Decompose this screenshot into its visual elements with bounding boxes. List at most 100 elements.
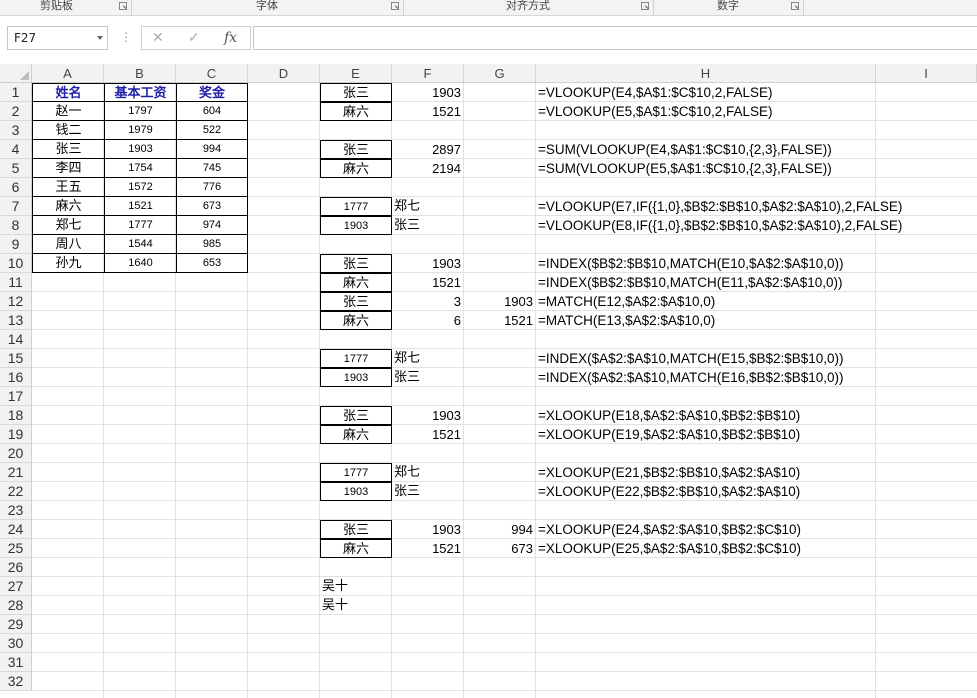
row-header-28[interactable]: 28 bbox=[0, 596, 32, 615]
formula-input[interactable] bbox=[253, 26, 977, 50]
lookup-extra-cell[interactable]: 994 bbox=[464, 520, 536, 539]
row-header-11[interactable]: 11 bbox=[0, 273, 32, 292]
chevron-down-icon[interactable] bbox=[97, 36, 103, 40]
lookup-result-cell[interactable]: 3 bbox=[392, 292, 464, 311]
formula-text-cell[interactable]: =VLOOKUP(E7,IF({1,0},$B$2:$B$10,$A$2:$A$… bbox=[536, 197, 976, 216]
row-header-22[interactable]: 22 bbox=[0, 482, 32, 501]
table-cell[interactable]: 钱二 bbox=[32, 121, 104, 140]
lookup-key-cell[interactable]: 1903 bbox=[320, 482, 392, 501]
table-cell[interactable]: 745 bbox=[176, 159, 248, 178]
table-cell[interactable]: 周八 bbox=[32, 235, 104, 254]
lookup-result-cell[interactable]: 1903 bbox=[392, 83, 464, 102]
column-header-e[interactable]: E bbox=[320, 64, 392, 83]
table-cell[interactable]: 1754 bbox=[104, 159, 176, 178]
lookup-result-cell[interactable]: 1903 bbox=[392, 520, 464, 539]
lookup-result-cell[interactable]: 6 bbox=[392, 311, 464, 330]
lookup-result-cell[interactable]: 1903 bbox=[392, 254, 464, 273]
lookup-result-cell[interactable]: 张三 bbox=[392, 482, 464, 501]
table-cell[interactable]: 974 bbox=[176, 216, 248, 235]
row-header-26[interactable]: 26 bbox=[0, 558, 32, 577]
extra-cell[interactable]: 吴十 bbox=[320, 596, 392, 615]
lookup-key-cell[interactable]: 麻六 bbox=[320, 102, 392, 121]
lookup-result-cell[interactable]: 1521 bbox=[392, 102, 464, 121]
number-dialog-launcher-icon[interactable] bbox=[791, 2, 799, 10]
formula-text-cell[interactable]: =INDEX($A$2:$A$10,MATCH(E15,$B$2:$B$10,0… bbox=[536, 349, 976, 368]
cancel-icon[interactable]: ✕ bbox=[152, 29, 164, 47]
column-header-b[interactable]: B bbox=[104, 64, 176, 83]
lookup-result-cell[interactable]: 2897 bbox=[392, 140, 464, 159]
formula-text-cell[interactable]: =MATCH(E12,$A$2:$A$10,0) bbox=[536, 292, 976, 311]
lookup-key-cell[interactable]: 麻六 bbox=[320, 311, 392, 330]
table-cell[interactable]: 张三 bbox=[32, 140, 104, 159]
row-header-31[interactable]: 31 bbox=[0, 653, 32, 672]
formula-text-cell[interactable]: =XLOOKUP(E24,$A$2:$A$10,$B$2:$C$10) bbox=[536, 520, 976, 539]
table-cell[interactable]: 1979 bbox=[104, 121, 176, 140]
row-header-18[interactable]: 18 bbox=[0, 406, 32, 425]
drag-handle-icon[interactable]: ⋮ bbox=[120, 30, 132, 44]
lookup-key-cell[interactable]: 张三 bbox=[320, 140, 392, 159]
row-header-23[interactable]: 23 bbox=[0, 501, 32, 520]
lookup-key-cell[interactable]: 1777 bbox=[320, 197, 392, 216]
table-cell[interactable]: 麻六 bbox=[32, 197, 104, 216]
lookup-result-cell[interactable]: 郑七 bbox=[392, 349, 464, 368]
column-header-g[interactable]: G bbox=[464, 64, 536, 83]
row-header-3[interactable]: 3 bbox=[0, 121, 32, 140]
formula-text-cell[interactable]: =VLOOKUP(E8,IF({1,0},$B$2:$B$10,$A$2:$A$… bbox=[536, 216, 976, 235]
lookup-result-cell[interactable]: 1521 bbox=[392, 273, 464, 292]
font-dialog-launcher-icon[interactable] bbox=[391, 2, 399, 10]
lookup-key-cell[interactable]: 张三 bbox=[320, 83, 392, 102]
row-header-7[interactable]: 7 bbox=[0, 197, 32, 216]
table-cell[interactable]: 1797 bbox=[104, 102, 176, 121]
worksheet-grid[interactable]: ABCDEFGHI 1 2 3 4 5 6 7 8 9 10 11 12 13 14 15 16 17 18 19 2… bbox=[0, 64, 977, 698]
row-header-6[interactable]: 6 bbox=[0, 178, 32, 197]
lookup-result-cell[interactable]: 郑七 bbox=[392, 197, 464, 216]
lookup-key-cell[interactable]: 麻六 bbox=[320, 539, 392, 558]
insert-function-icon[interactable]: fx bbox=[224, 29, 237, 47]
table-cell[interactable]: 994 bbox=[176, 140, 248, 159]
table-header-cell[interactable]: 奖金 bbox=[176, 83, 248, 102]
row-header-10[interactable]: 10 bbox=[0, 254, 32, 273]
table-cell[interactable]: 1572 bbox=[104, 178, 176, 197]
table-header-cell[interactable]: 基本工资 bbox=[104, 83, 176, 102]
lookup-result-cell[interactable]: 2194 bbox=[392, 159, 464, 178]
row-header-25[interactable]: 25 bbox=[0, 539, 32, 558]
select-all-corner[interactable] bbox=[0, 64, 32, 83]
row-header-17[interactable]: 17 bbox=[0, 387, 32, 406]
table-cell[interactable]: 985 bbox=[176, 235, 248, 254]
row-header-13[interactable]: 13 bbox=[0, 311, 32, 330]
table-cell[interactable]: 王五 bbox=[32, 178, 104, 197]
lookup-extra-cell[interactable]: 1903 bbox=[464, 292, 536, 311]
lookup-result-cell[interactable]: 1903 bbox=[392, 406, 464, 425]
table-cell[interactable]: 郑七 bbox=[32, 216, 104, 235]
lookup-key-cell[interactable]: 张三 bbox=[320, 254, 392, 273]
formula-text-cell[interactable]: =VLOOKUP(E4,$A$1:$C$10,2,FALSE) bbox=[536, 83, 976, 102]
lookup-key-cell[interactable]: 1903 bbox=[320, 216, 392, 235]
table-cell[interactable]: 1640 bbox=[104, 254, 176, 273]
row-header-5[interactable]: 5 bbox=[0, 159, 32, 178]
formula-text-cell[interactable]: =XLOOKUP(E18,$A$2:$A$10,$B$2:$B$10) bbox=[536, 406, 976, 425]
row-header-20[interactable]: 20 bbox=[0, 444, 32, 463]
row-header-8[interactable]: 8 bbox=[0, 216, 32, 235]
row-header-12[interactable]: 12 bbox=[0, 292, 32, 311]
lookup-key-cell[interactable]: 张三 bbox=[320, 292, 392, 311]
formula-text-cell[interactable]: =MATCH(E13,$A$2:$A$10,0) bbox=[536, 311, 976, 330]
lookup-key-cell[interactable]: 张三 bbox=[320, 406, 392, 425]
lookup-extra-cell[interactable]: 1521 bbox=[464, 311, 536, 330]
clipboard-dialog-launcher-icon[interactable] bbox=[119, 2, 127, 10]
table-cell[interactable]: 653 bbox=[176, 254, 248, 273]
name-box[interactable]: F27 bbox=[7, 26, 108, 50]
formula-text-cell[interactable]: =XLOOKUP(E25,$A$2:$A$10,$B$2:$C$10) bbox=[536, 539, 976, 558]
formula-text-cell[interactable]: =SUM(VLOOKUP(E4,$A$1:$C$10,{2,3},FALSE)) bbox=[536, 140, 976, 159]
formula-text-cell[interactable]: =INDEX($A$2:$A$10,MATCH(E16,$B$2:$B$10,0… bbox=[536, 368, 976, 387]
lookup-key-cell[interactable]: 麻六 bbox=[320, 159, 392, 178]
table-cell[interactable]: 673 bbox=[176, 197, 248, 216]
lookup-result-cell[interactable]: 张三 bbox=[392, 216, 464, 235]
table-cell[interactable]: 1521 bbox=[104, 197, 176, 216]
row-header-9[interactable]: 9 bbox=[0, 235, 32, 254]
row-header-16[interactable]: 16 bbox=[0, 368, 32, 387]
row-header-2[interactable]: 2 bbox=[0, 102, 32, 121]
formula-text-cell[interactable]: =XLOOKUP(E22,$B$2:$B$10,$A$2:$A$10) bbox=[536, 482, 976, 501]
lookup-result-cell[interactable]: 张三 bbox=[392, 368, 464, 387]
table-cell[interactable]: 604 bbox=[176, 102, 248, 121]
lookup-extra-cell[interactable]: 673 bbox=[464, 539, 536, 558]
